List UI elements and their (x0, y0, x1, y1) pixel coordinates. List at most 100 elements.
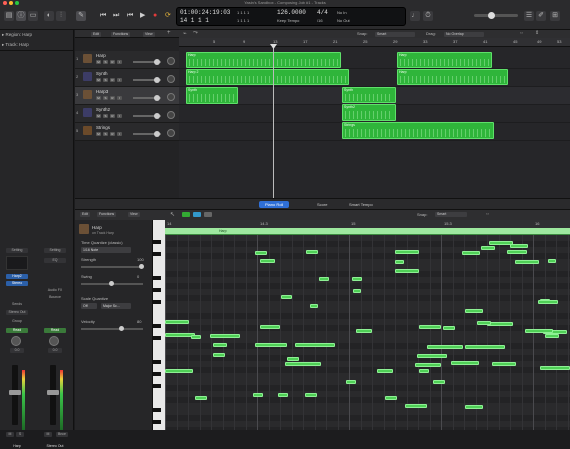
solo-button[interactable]: S (103, 60, 108, 64)
time-quantize-select[interactable]: 1/16 Note (81, 247, 131, 253)
track-pan-knob[interactable] (167, 75, 175, 83)
velocity-slider[interactable] (81, 328, 143, 330)
midi-note[interactable] (253, 393, 263, 397)
zoom-icon[interactable]: ⇔ (519, 30, 524, 36)
black-key[interactable] (153, 276, 161, 280)
region-synth-b[interactable]: Synth (342, 87, 396, 103)
list-editors-button[interactable]: ☰ (524, 11, 534, 21)
midi-note[interactable] (477, 321, 491, 325)
track-pan-knob[interactable] (167, 57, 175, 65)
midi-note[interactable] (395, 260, 404, 264)
swing-knob[interactable] (109, 281, 114, 286)
inspector-button[interactable]: ⓘ (16, 11, 26, 21)
link-icon[interactable] (204, 212, 212, 217)
input-monitor-button[interactable]: I (117, 132, 122, 136)
midi-note[interactable] (419, 369, 429, 373)
edit-menu[interactable]: Edit (91, 31, 102, 37)
volume-fader-left[interactable] (12, 365, 18, 425)
track-volume-knob[interactable] (154, 77, 160, 83)
instrument-slot[interactable]: Harp2 (6, 274, 28, 279)
region-harp-2[interactable]: Harp 2 (186, 69, 349, 85)
midi-note[interactable] (462, 251, 480, 255)
snap-select[interactable]: Smart (375, 31, 415, 37)
midi-note[interactable] (295, 343, 335, 347)
track-volume-knob[interactable] (154, 113, 160, 119)
black-key[interactable] (153, 420, 161, 424)
midi-note[interactable] (417, 354, 447, 358)
midi-note[interactable] (352, 277, 362, 281)
notepad-button[interactable]: ✐ (536, 11, 546, 21)
record-enable-button[interactable]: R (110, 132, 115, 136)
region-strings[interactable]: Strings (342, 122, 494, 139)
midi-note[interactable] (507, 250, 527, 254)
black-key[interactable] (153, 384, 161, 388)
browser-button[interactable]: ⊞ (550, 11, 560, 21)
input-monitor-button[interactable]: I (117, 114, 122, 118)
midi-note[interactable] (356, 329, 372, 333)
piano-zoom-icon[interactable]: ⇔ (485, 211, 490, 217)
track-pan-knob[interactable] (167, 129, 175, 137)
solo-button[interactable]: S (103, 114, 108, 118)
tab-smart-tempo[interactable]: Smart Tempo (343, 201, 379, 208)
mute-button[interactable]: M (96, 132, 101, 136)
library-button[interactable]: ▤ (4, 11, 14, 21)
track-volume-knob[interactable] (154, 95, 160, 101)
piano-functions-menu[interactable]: Functions (97, 212, 117, 217)
midi-note[interactable] (287, 357, 299, 361)
midi-note[interactable] (255, 251, 267, 255)
midi-note[interactable] (213, 343, 227, 347)
cycle-button[interactable]: ⟳ (165, 11, 171, 21)
track-inspector-header[interactable]: ▸ Track: Harp (2, 40, 72, 49)
mute-button[interactable]: M (96, 96, 101, 100)
region-inspector-header[interactable]: ▸ Region: Harp (2, 30, 72, 39)
midi-note[interactable] (443, 326, 455, 330)
master-volume-knob[interactable] (488, 12, 495, 19)
bar-ruler[interactable]: 5 9 13 17 21 25 29 33 37 41 45 49 53 (179, 38, 570, 47)
velocity-knob[interactable] (119, 326, 124, 331)
midi-note[interactable] (213, 353, 225, 357)
midi-in-icon[interactable] (182, 212, 190, 217)
editor-button[interactable]: ✎ (76, 11, 86, 21)
input-monitor-button[interactable]: I (117, 78, 122, 82)
black-key[interactable] (153, 408, 161, 412)
group-slot[interactable]: Group (6, 319, 28, 324)
midi-note[interactable] (306, 250, 318, 254)
region-harp[interactable]: Harp (186, 52, 341, 68)
midi-note[interactable] (191, 335, 201, 339)
midi-note[interactable] (165, 369, 193, 373)
metronome-button[interactable]: ♩ (410, 11, 420, 21)
track-row-harp[interactable]: 1 Harp M S R I (75, 51, 179, 69)
fader-handle-left[interactable] (9, 390, 21, 395)
solo-button[interactable]: S (103, 132, 108, 136)
mute-button[interactable]: M (96, 114, 101, 118)
track-row-harp3[interactable]: 3 Harp3 M S R I (75, 87, 179, 105)
smart-controls-button[interactable]: ◐ (44, 11, 54, 21)
stereo-out-slot[interactable]: Stereo Out (6, 310, 28, 315)
setting-right[interactable]: Setting (44, 248, 66, 253)
eq-thumbnail[interactable] (6, 256, 28, 270)
midi-note[interactable] (465, 345, 505, 349)
toolbar-button[interactable]: ▭ (28, 11, 38, 21)
strength-slider[interactable] (81, 266, 143, 268)
black-key[interactable] (153, 300, 161, 304)
midi-note[interactable] (377, 369, 393, 373)
tab-piano-roll[interactable]: Piano Roll (259, 201, 290, 208)
mute-right-button[interactable]: M (44, 432, 52, 437)
piano-keyboard[interactable] (153, 220, 165, 430)
input-monitor-button[interactable]: I (117, 96, 122, 100)
black-key[interactable] (153, 252, 161, 256)
solo-button[interactable]: S (103, 96, 108, 100)
track-row-synth2[interactable]: 4 Synth2 M S R I (75, 105, 179, 123)
track-volume-knob[interactable] (154, 59, 160, 65)
track-row-strings[interactable]: 5 Strings M S R I (75, 123, 179, 141)
midi-note[interactable] (305, 393, 317, 397)
pan-knob-left[interactable] (11, 336, 21, 346)
mute-button[interactable]: M (96, 60, 101, 64)
black-key[interactable] (153, 324, 161, 328)
midi-note[interactable] (481, 246, 495, 250)
midi-note[interactable] (548, 259, 556, 263)
midi-note[interactable] (278, 393, 288, 397)
setting-left[interactable]: Setting (6, 248, 28, 253)
input-monitor-button[interactable]: I (117, 60, 122, 64)
black-key[interactable] (153, 372, 161, 376)
